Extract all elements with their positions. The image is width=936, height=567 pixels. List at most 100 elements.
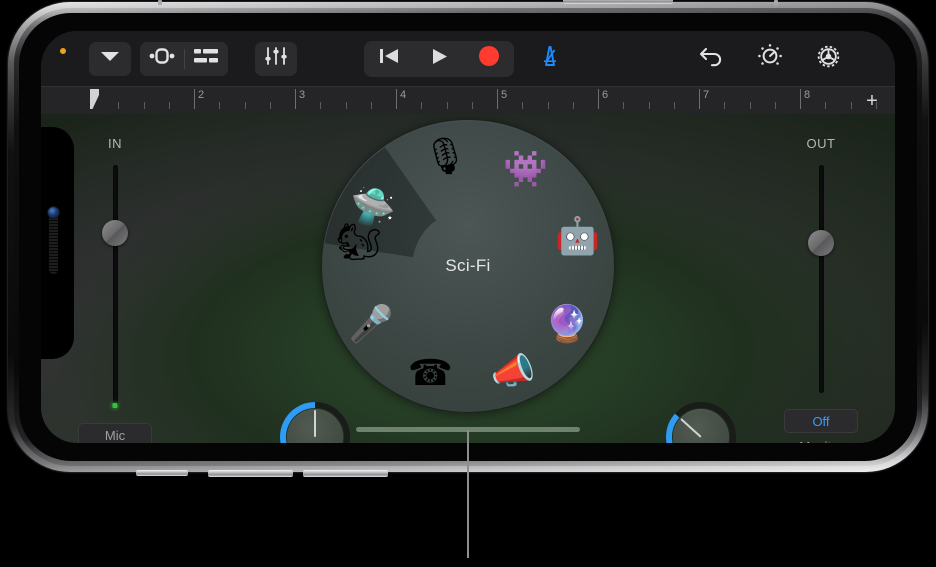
input-level-slider[interactable] xyxy=(102,165,128,408)
tab-instrument-view[interactable] xyxy=(140,42,184,76)
ruler-tick xyxy=(345,102,347,109)
ruler-bar-number: 8 xyxy=(804,89,811,101)
ruler-tick xyxy=(446,102,448,109)
metronome-button[interactable] xyxy=(528,42,572,76)
fx-button[interactable] xyxy=(748,42,792,76)
garageband-app: 2345678 + IN Mic OUT Off Sci-Fi 🛸 🎙 👾 🤖 … xyxy=(41,31,895,443)
mixer-button[interactable] xyxy=(255,41,297,76)
pitch-knob[interactable] xyxy=(664,400,738,443)
ruler-bars: 2 3 4 5 6 7 8 xyxy=(89,87,877,114)
navigation-button[interactable] xyxy=(89,41,131,76)
knob-fx-icon xyxy=(757,43,783,74)
ruler-bar-number: 6 xyxy=(602,89,609,101)
toolbar-right-group xyxy=(690,42,851,76)
pitch-knob-group: Pitch xyxy=(651,400,751,443)
phone-frame-mid: 2345678 + IN Mic OUT Off Sci-Fi 🛸 🎙 👾 🤖 … xyxy=(14,8,922,466)
monitor-caption: Monitor xyxy=(761,439,881,443)
bubbles-icon[interactable]: 🔮 xyxy=(541,298,593,350)
ruler-bar-line xyxy=(497,89,498,109)
undo-button[interactable] xyxy=(690,42,734,76)
ruler-tick xyxy=(143,102,145,109)
ruler-bar-number: 3 xyxy=(299,89,306,101)
rewind-button[interactable] xyxy=(364,41,414,77)
ruler-tick xyxy=(648,102,650,109)
play-button[interactable] xyxy=(414,41,464,77)
ruler-bar-number: 2 xyxy=(198,89,205,101)
ruler-bar-line xyxy=(194,89,195,109)
ruler-bar-line xyxy=(598,89,599,109)
voice-effects-pane: IN Mic Channel OUT xyxy=(41,114,895,443)
transport-group xyxy=(364,40,572,77)
chevron-down-icon xyxy=(100,50,120,68)
record-icon xyxy=(478,45,500,72)
undo-arrow-icon xyxy=(699,45,725,72)
gear-icon xyxy=(815,43,842,75)
record-button[interactable] xyxy=(464,41,514,77)
display-notch xyxy=(41,127,74,359)
earpiece-speaker xyxy=(49,212,58,274)
tone-knob[interactable] xyxy=(278,400,352,443)
add-track-button[interactable]: + xyxy=(861,91,883,111)
ruler-tick xyxy=(168,102,170,109)
output-channel-strip: OUT Off Monitor xyxy=(761,136,881,443)
ruler-bar-line xyxy=(295,89,296,109)
ruler-tick xyxy=(850,102,852,109)
input-level-led xyxy=(112,403,118,408)
tab-tracks-view[interactable] xyxy=(184,42,228,76)
robot-icon[interactable]: 🤖 xyxy=(552,210,604,262)
phone-screen: 2345678 + IN Mic OUT Off Sci-Fi 🛸 🎙 👾 🤖 … xyxy=(41,31,895,443)
front-camera-icon xyxy=(48,207,59,218)
output-label: OUT xyxy=(806,136,836,151)
metronome-icon xyxy=(537,44,563,73)
tone-knob-pointer xyxy=(314,410,316,437)
ruler-bar-line xyxy=(800,89,801,109)
view-toggle-segmented-control xyxy=(140,41,228,76)
ruler-tick xyxy=(269,102,271,109)
input-channel-button[interactable]: Mic xyxy=(78,423,152,443)
ruler-tick xyxy=(219,102,221,109)
ruler-tick xyxy=(471,102,473,109)
ruler-tick xyxy=(774,102,776,109)
ruler-tick xyxy=(118,102,120,109)
tracks-view-icon xyxy=(194,48,218,69)
callout-line xyxy=(467,430,469,558)
frame-seam-left xyxy=(158,0,162,5)
ruler-tick xyxy=(673,102,675,109)
ruler-tick xyxy=(421,102,423,109)
volume-up-button[interactable] xyxy=(303,470,388,477)
output-level-slider[interactable] xyxy=(808,165,834,393)
ring-silent-switch[interactable] xyxy=(136,470,188,476)
ruler-tick xyxy=(623,102,625,109)
phone-frame-inner: 2345678 + IN Mic OUT Off Sci-Fi 🛸 🎙 👾 🤖 … xyxy=(19,13,917,461)
ruler-bar-line xyxy=(396,89,397,109)
frame-seam-right xyxy=(774,0,778,5)
playhead[interactable] xyxy=(89,88,102,110)
monitor-toggle-button[interactable]: Off xyxy=(784,409,858,433)
studio-mic-icon[interactable]: 🎙 xyxy=(420,130,472,182)
power-button[interactable] xyxy=(563,0,673,4)
settings-button[interactable] xyxy=(806,42,851,76)
ruler-tick xyxy=(370,102,372,109)
ruler-tick xyxy=(547,102,549,109)
rewind-to-start-icon xyxy=(379,47,400,70)
volume-down-button[interactable] xyxy=(208,470,293,477)
squirrel-icon[interactable]: 🐿 xyxy=(333,216,385,268)
megaphone-icon[interactable]: 📣 xyxy=(487,345,539,397)
toolbar xyxy=(41,31,895,86)
input-slider-thumb[interactable] xyxy=(102,219,128,246)
ruler-tick xyxy=(749,102,751,109)
screenshot-stage: 2345678 + IN Mic OUT Off Sci-Fi 🛸 🎙 👾 🤖 … xyxy=(0,0,936,567)
voice-preset-wheel[interactable]: Sci-Fi 🛸 🎙 👾 🤖 🔮 📣 ☎ 🎤 🐿 xyxy=(321,119,615,413)
ruler-tick xyxy=(724,102,726,109)
ruler-tick xyxy=(244,102,246,109)
ruler-tick xyxy=(825,102,827,109)
handheld-mic-icon[interactable]: 🎤 xyxy=(345,298,397,350)
tone-knob-group: Tone xyxy=(265,400,365,443)
ruler-bar-number: 7 xyxy=(703,89,710,101)
play-icon xyxy=(430,47,449,71)
output-slider-thumb[interactable] xyxy=(808,229,834,256)
telephone-icon[interactable]: ☎ xyxy=(404,347,456,399)
monster-icon[interactable]: 👾 xyxy=(500,143,552,195)
timeline-ruler[interactable]: 2 3 4 5 6 7 8 + xyxy=(41,86,895,114)
ruler-tick xyxy=(320,102,322,109)
